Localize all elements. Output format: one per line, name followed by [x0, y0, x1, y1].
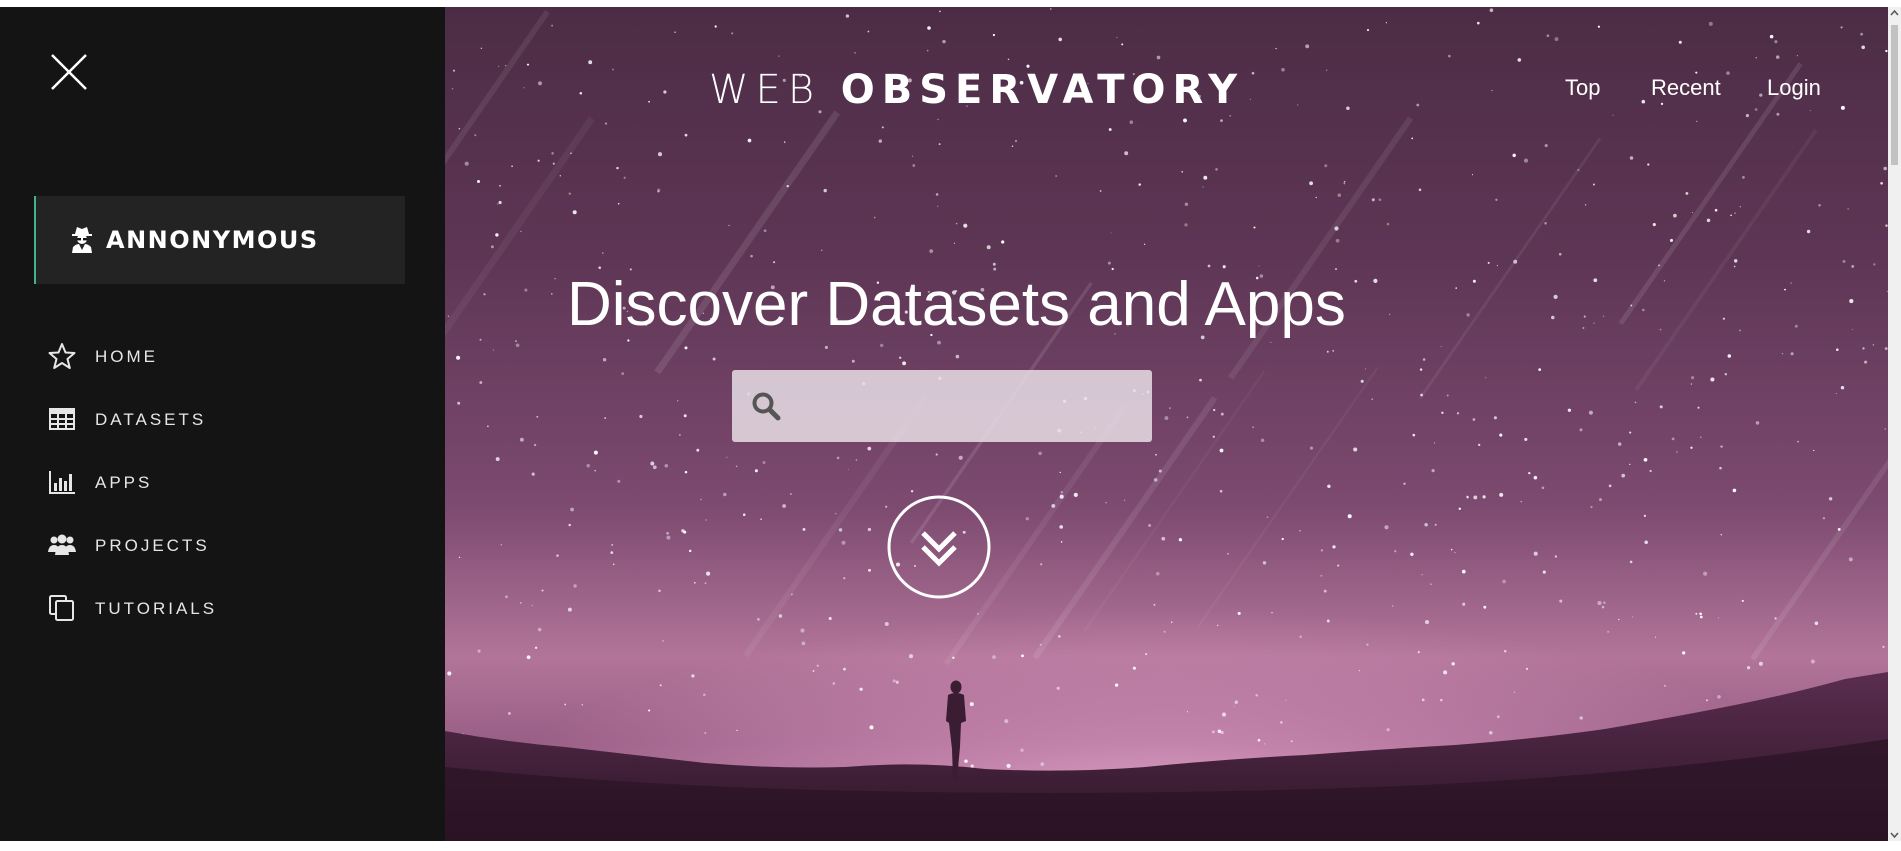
- star-icon: [48, 343, 76, 369]
- sidebar-item-datasets[interactable]: DATASETS: [48, 401, 388, 437]
- hero-headline: Discover Datasets and Apps: [567, 270, 1346, 339]
- user-secret-icon: [72, 227, 92, 253]
- sidebar-item-projects[interactable]: PROJECTS: [48, 527, 388, 563]
- brand-light-text: WEB: [709, 67, 822, 113]
- nav-link-recent[interactable]: Recent: [1651, 75, 1721, 101]
- copy-icon: [49, 595, 74, 621]
- nav-link-login[interactable]: Login: [1767, 75, 1821, 101]
- user-profile-box[interactable]: ANNONYMOUS: [34, 196, 405, 284]
- sidebar-item-home[interactable]: HOME: [48, 338, 388, 374]
- search-box[interactable]: [732, 370, 1152, 442]
- scroll-down-button[interactable]: [887, 495, 991, 599]
- bar-chart-icon: [49, 471, 75, 494]
- landscape-silhouette: [445, 672, 1888, 841]
- scrollbar-thumb[interactable]: [1891, 25, 1898, 165]
- table-icon: [49, 408, 75, 430]
- page-scrollbar[interactable]: [1888, 7, 1901, 841]
- sidebar-item-tutorials[interactable]: TUTORIALS: [48, 590, 388, 626]
- nav-link-top[interactable]: Top: [1565, 75, 1600, 101]
- sidebar-item-apps[interactable]: APPS: [48, 464, 388, 500]
- person-silhouette: [946, 680, 966, 779]
- close-sidebar-button[interactable]: [48, 51, 90, 93]
- hero-banner: WEB OBSERVATORY Top Recent Login Discove…: [445, 7, 1888, 841]
- scroll-up-arrow-icon[interactable]: [1888, 7, 1901, 19]
- sidebar: ANNONYMOUS HOME DATASETS APPS PROJECTS T…: [0, 7, 445, 841]
- sidebar-item-label: HOME: [95, 347, 158, 366]
- browser-viewport: ANNONYMOUS HOME DATASETS APPS PROJECTS T…: [0, 7, 1888, 841]
- brand-bold-text: OBSERVATORY: [840, 67, 1245, 113]
- users-icon: [48, 534, 76, 555]
- username-label: ANNONYMOUS: [106, 226, 319, 254]
- search-input[interactable]: [794, 384, 1138, 430]
- site-logo[interactable]: WEB OBSERVATORY: [709, 67, 1244, 113]
- sidebar-item-label: PROJECTS: [95, 536, 210, 555]
- sidebar-item-label: TUTORIALS: [95, 599, 218, 618]
- sidebar-item-label: DATASETS: [95, 410, 207, 429]
- scroll-down-arrow-icon[interactable]: [1888, 829, 1901, 841]
- close-icon: [51, 54, 87, 90]
- double-chevron-down-icon: [887, 495, 991, 599]
- search-icon: [752, 392, 781, 421]
- sidebar-item-label: APPS: [95, 473, 153, 492]
